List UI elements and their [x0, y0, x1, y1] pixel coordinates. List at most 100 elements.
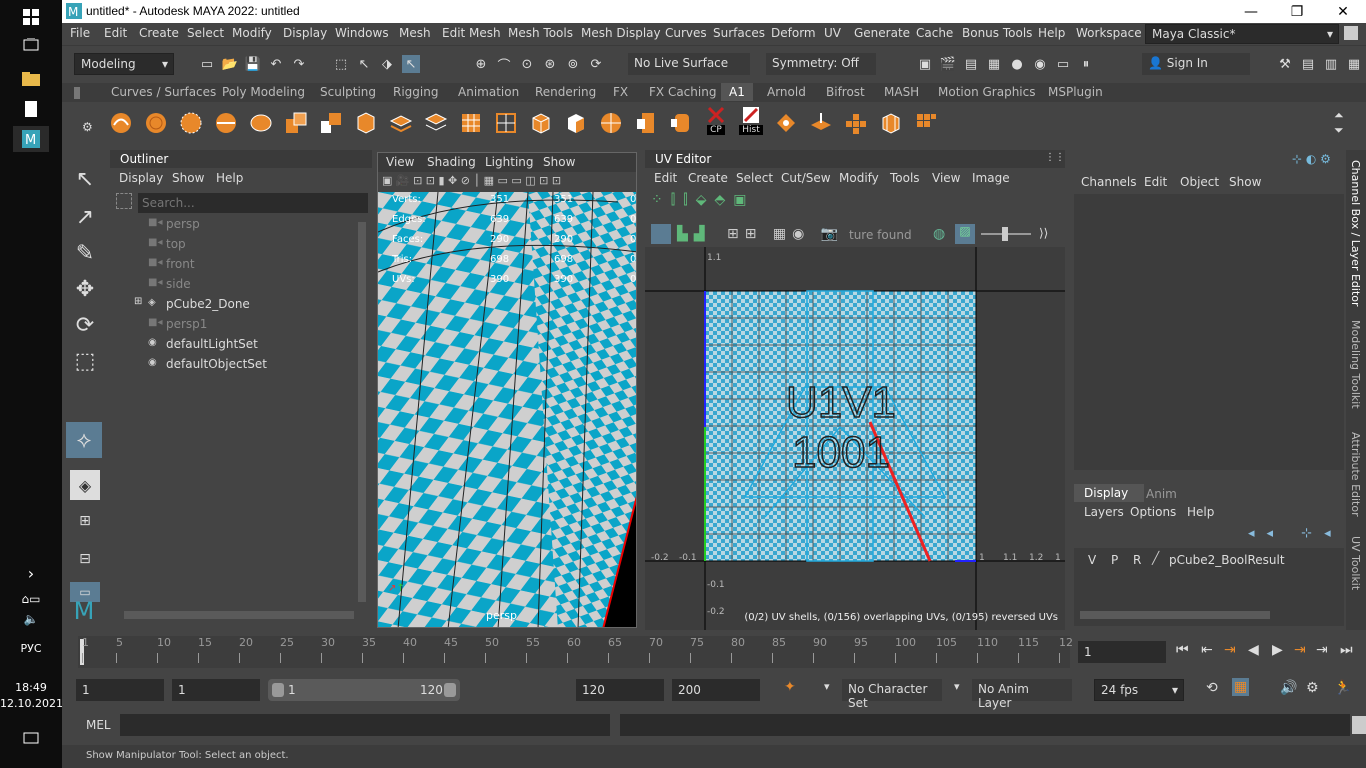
windows-start-icon[interactable]	[13, 4, 49, 30]
layer-reference-toggle[interactable]: R	[1133, 553, 1141, 567]
outliner-item[interactable]: ⊞ ◈ pCube2_Done	[110, 294, 355, 314]
menu-modify[interactable]: Modify	[232, 26, 272, 40]
tab-attribute-editor[interactable]: Attribute Editor	[1349, 432, 1362, 517]
notifications-icon[interactable]	[13, 726, 49, 752]
script-editor-icon[interactable]	[1352, 716, 1366, 734]
pivot-icon[interactable]	[806, 107, 836, 139]
clock-time[interactable]: 18:49	[0, 681, 62, 694]
save-scene-icon[interactable]: 💾	[244, 55, 262, 73]
select-tool-icon[interactable]: ↖	[70, 164, 100, 194]
outliner-hscroll[interactable]	[124, 611, 354, 619]
menu-edit[interactable]: Edit	[104, 26, 127, 40]
minimize-button[interactable]: —	[1228, 0, 1274, 23]
layer-hscroll[interactable]	[1080, 611, 1270, 619]
maya-m-icon[interactable]: M	[66, 596, 102, 626]
uv-menu-view[interactable]: View	[932, 171, 960, 185]
viewport-menu-lighting[interactable]: Lighting	[485, 155, 534, 169]
step-forward-key-icon[interactable]: ⇥	[1316, 642, 1328, 658]
ipr-render-icon[interactable]: ▤	[962, 55, 980, 73]
menu-surfaces[interactable]: Surfaces	[713, 26, 765, 40]
render-frame-icon[interactable]: 🎬	[939, 55, 957, 73]
tab-modeling-toolkit[interactable]: Modeling Toolkit	[1349, 320, 1362, 409]
menu-create[interactable]: Create	[139, 26, 179, 40]
viewport-menu-show[interactable]: Show	[543, 155, 575, 169]
extrude-icon[interactable]	[421, 107, 451, 139]
cube-cut-icon[interactable]	[561, 107, 591, 139]
camera-icons[interactable]: ▣ 🎥 ⊡ ⊡ ▮ ✥ ⊘ │ ▦ ▭ ▭ ◫ ⊡ ⊡	[382, 174, 561, 187]
range-start-handle[interactable]	[272, 683, 284, 697]
undo-icon[interactable]: ↶	[267, 55, 285, 73]
shelf-tab-mash[interactable]: MASH	[884, 85, 919, 99]
texture-field[interactable]: ture found	[849, 228, 912, 242]
tab-channel-box-layer-editor[interactable]: Channel Box / Layer Editor	[1349, 160, 1362, 307]
render-view-icon[interactable]: ▣	[916, 55, 934, 73]
menu-display[interactable]: Display	[283, 26, 327, 40]
menu-help[interactable]: Help	[1038, 26, 1065, 40]
rgb-channel-icon[interactable]: ◍	[933, 226, 945, 242]
combine-icon[interactable]	[316, 107, 346, 139]
modeling-toolkit-icon[interactable]: ⚒	[1276, 55, 1294, 73]
persp-viewport[interactable]: View Shading Lighting Show ▣ 🎥 ⊡ ⊡ ▮ ✥ ⊘…	[377, 152, 637, 628]
fps-dropdown[interactable]: 24 fps ▾	[1094, 679, 1184, 701]
mel-label[interactable]: MEL	[86, 718, 111, 732]
render-settings-icon[interactable]: ▦	[985, 55, 1003, 73]
menuset-dropdown[interactable]: Modeling ▾	[74, 53, 174, 75]
open-scene-icon[interactable]: 📂	[221, 55, 239, 73]
outliner-item[interactable]: ◉ defaultObjectSet	[110, 354, 355, 374]
collapse-toggle-icon[interactable]	[1344, 26, 1358, 40]
shelf-tab-poly-modeling[interactable]: Poly Modeling	[222, 85, 305, 99]
time-slider[interactable]: 1 5 10 15 20 25 30 35 40 45 50 55 60 65 70 75 80 85 90 95 10…	[62, 633, 1366, 671]
menu-mesh-tools[interactable]: Mesh Tools	[508, 26, 573, 40]
uv-menu-cut-sew[interactable]: Cut/Sew	[781, 171, 831, 185]
step-forward-frame-icon[interactable]: ⇥	[1294, 642, 1306, 658]
rotate-tool-icon[interactable]: ⟳	[70, 310, 100, 340]
layer-action-icons[interactable]: ◂◂ ⊹◂	[1248, 526, 1343, 541]
animation-prefs-icon[interactable]: ⚙	[1306, 680, 1319, 696]
scale-tool-icon[interactable]: ⬚	[70, 346, 100, 376]
shelf-tab-rigging[interactable]: Rigging	[393, 85, 438, 99]
multicut-icon[interactable]	[491, 107, 521, 139]
sphere-icon[interactable]	[141, 107, 171, 139]
menu-deform[interactable]: Deform	[771, 26, 816, 40]
clock-date[interactable]: 12.10.2021	[0, 697, 63, 710]
go-to-end-icon[interactable]: ⏭	[1340, 642, 1353, 658]
shelf-tab-animation[interactable]: Animation	[458, 85, 519, 99]
playback-end-field[interactable]: 120	[576, 679, 664, 701]
arrow-expand-icon[interactable]: ⟩⟩	[1039, 226, 1048, 240]
cache-playback-icon[interactable]: ▦	[1232, 678, 1250, 696]
single-view-layout-icon[interactable]: ◈	[70, 470, 100, 500]
uv-menu-image[interactable]: Image	[972, 171, 1010, 185]
menu-curves[interactable]: Curves	[665, 26, 707, 40]
select-object-icon[interactable]: ↖	[355, 55, 373, 73]
tiles-icon[interactable]	[911, 107, 941, 139]
outliner-search-input[interactable]	[138, 193, 368, 213]
loop-icon[interactable]: ⟲	[1206, 680, 1218, 696]
range-slider[interactable]: 1 120	[268, 679, 460, 701]
layer-color-icon[interactable]: ╱	[1152, 551, 1159, 565]
anim-layer-dropdown[interactable]: No Anim Layer	[972, 679, 1072, 710]
cp-button[interactable]: CP	[701, 104, 731, 136]
cube-grid-icon[interactable]	[876, 107, 906, 139]
shelf-tab-bifrost[interactable]: Bifrost	[826, 85, 865, 99]
move-tool-icon[interactable]: ✥	[70, 274, 100, 304]
play-backwards-icon[interactable]: ◀	[1248, 642, 1259, 658]
smooth-icon[interactable]	[106, 107, 136, 139]
character-chevron-icon[interactable]: ▾	[824, 680, 830, 693]
symmetry-dropdown[interactable]: Symmetry: Off	[766, 53, 876, 75]
channel-menu-edit[interactable]: Edit	[1144, 175, 1167, 189]
boolean-icon[interactable]	[281, 107, 311, 139]
menu-file[interactable]: File	[70, 26, 90, 40]
shelf-tab-curves-surfaces[interactable]: Curves / Surfaces	[111, 85, 216, 99]
menu-mesh-display[interactable]: Mesh Display	[581, 26, 661, 40]
menu-select[interactable]: Select	[187, 26, 224, 40]
viewport-menu-view[interactable]: View	[386, 155, 414, 169]
outliner-vscroll[interactable]	[358, 222, 366, 602]
outliner-item[interactable]: ■◂ persp1	[110, 314, 355, 334]
paint-select-icon[interactable]: ✎	[70, 238, 100, 268]
history-button[interactable]: Hist	[736, 104, 766, 136]
playback-start-field[interactable]: 1	[172, 679, 260, 701]
volume-icon[interactable]: 🔈	[13, 606, 49, 632]
outliner-item[interactable]: ■◂ side	[110, 274, 355, 294]
select-hierarchy-icon[interactable]: ⬚	[332, 55, 350, 73]
snap-view-icon[interactable]: ⊛	[541, 55, 559, 73]
